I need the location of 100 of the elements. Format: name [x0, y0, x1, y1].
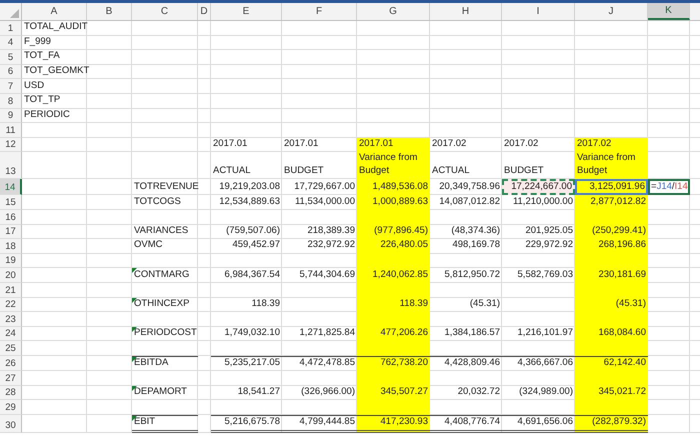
row-number[interactable]: 14 [0, 179, 22, 196]
row-number[interactable]: 20 [0, 268, 22, 283]
table-cell-text: DEPAMORT [132, 386, 188, 400]
table-cell: 118.39 [357, 298, 430, 312]
table-cell: 2,877,012.82 [575, 195, 648, 210]
table-cell: 1,000,889.63 [357, 195, 430, 210]
column-header[interactable]: B [87, 3, 132, 20]
column-header[interactable]: G [357, 3, 430, 20]
table-cell-text: USD [23, 79, 46, 93]
row-number[interactable]: 15 [0, 195, 22, 210]
table-cell-text: TOT_GEOMKT [23, 64, 87, 78]
row-number[interactable]: 9 [0, 108, 22, 124]
row-number[interactable]: 27 [0, 371, 22, 386]
row-number[interactable]: 26 [0, 356, 22, 372]
row-number[interactable]: 5 [0, 50, 22, 65]
table-cell: EBITDA [132, 356, 198, 372]
table-cell: 17,224,667.00 [502, 179, 575, 196]
table-cell-text: 1,216,101.97 [516, 326, 574, 340]
table-cell-text: 118.39 [250, 298, 281, 311]
table-cell-text: ACTUAL [212, 164, 252, 178]
table-cell-text: (324,989.00) [518, 386, 574, 400]
table-cell-text: 459,452.97 [231, 239, 281, 252]
table-cell-text: 2017.01 [212, 138, 248, 151]
column-header[interactable]: E [211, 3, 282, 20]
row-number[interactable]: 22 [0, 298, 22, 312]
table-cell: 2017.01 [357, 138, 430, 152]
column-header[interactable]: K [648, 3, 690, 20]
table-cell-text: 17,729,667.00 [293, 180, 356, 194]
row-number[interactable]: 29 [0, 400, 22, 416]
column-header[interactable]: D [198, 3, 211, 20]
table-cell: 4,408,776.74 [430, 415, 502, 434]
table-cell: (250,299.41) [575, 224, 648, 240]
table-cell: EBIT [132, 415, 198, 434]
table-cell-text: 20,349,758.96 [438, 180, 501, 194]
table-cell-text: TOTAL_AUDIT [23, 21, 87, 34]
table-cell: 345,021.72 [575, 386, 648, 400]
table-cell-text: 1,271,825.84 [298, 326, 356, 340]
row-number[interactable]: 19 [0, 254, 22, 268]
row-number[interactable]: 12 [0, 138, 22, 152]
row-number[interactable]: 25 [0, 341, 22, 356]
column-header[interactable]: H [430, 3, 502, 20]
row-number[interactable]: 13 [0, 152, 22, 180]
table-cell: (45.31) [575, 298, 648, 312]
table-cell-text: 229,972.92 [524, 239, 574, 252]
table-cell-text: 2017.02 [503, 138, 540, 151]
table-cell-text: (326,966.00) [300, 386, 356, 400]
row-number[interactable]: 24 [0, 326, 22, 342]
table-cell-text: 2017.02 [431, 138, 468, 151]
table-cell: (977,896.45) [357, 224, 430, 240]
table-cell: 5,216,675.78 [211, 415, 282, 434]
table-cell-text: BUDGET [503, 164, 545, 178]
table-cell-text: TOT_FA [23, 50, 61, 64]
row-number[interactable]: 8 [0, 94, 22, 109]
table-cell-text: PERIODCOST [132, 326, 198, 340]
table-cell-text: OTHINCEXP [132, 298, 190, 311]
table-cell: 226,480.05 [357, 239, 430, 254]
row-number[interactable]: 30 [0, 415, 22, 434]
row-number[interactable]: 11 [0, 123, 22, 138]
column-header[interactable]: I [502, 3, 575, 20]
column-header[interactable]: A [22, 3, 87, 20]
row-number[interactable]: 17 [0, 224, 22, 240]
table-cell-text: 232,972.92 [306, 239, 356, 252]
table-cell-text: BUDGET [283, 164, 325, 178]
table-cell: 4,428,809.46 [430, 356, 502, 372]
row-number[interactable]: 23 [0, 312, 22, 327]
table-cell: 62,142.40 [575, 356, 648, 372]
table-cell-text: 11,210,000.00 [512, 195, 574, 209]
row-number[interactable]: 4 [0, 36, 22, 50]
table-cell-text: PERIODIC [23, 108, 71, 122]
row-number[interactable]: 28 [0, 386, 22, 400]
table-cell-text: OVMC [133, 239, 164, 252]
table-cell-text: 14,087,012.82 [438, 195, 501, 209]
row-number[interactable]: 16 [0, 210, 22, 225]
table-cell-text: 12,534,889.63 [218, 195, 281, 209]
table-cell: 230,181.69 [575, 268, 648, 283]
table-cell-text: F_999 [23, 36, 52, 49]
row-number[interactable]: 1 [0, 21, 22, 36]
table-cell-text: ACTUAL [431, 164, 470, 178]
table-cell: Variance from Budget [575, 152, 648, 180]
row-number[interactable]: 6 [0, 64, 22, 80]
column-header[interactable]: C [132, 3, 198, 20]
column-header[interactable]: F [282, 3, 357, 20]
table-cell-text: 5,744,304.69 [298, 268, 356, 282]
table-cell-text: 5,812,950.72 [444, 268, 501, 282]
table-cell: 5,235,217.05 [211, 356, 282, 372]
table-cell: (282,879.32) [575, 415, 648, 434]
table-cell-text: TOTREVENUE [133, 180, 198, 194]
row-number[interactable]: 18 [0, 239, 22, 254]
table-cell-text: 2017.01 [283, 138, 320, 151]
table-cell: 477,206.26 [357, 326, 430, 342]
row-number[interactable]: 7 [0, 79, 22, 94]
row-number[interactable]: 21 [0, 282, 22, 298]
table-cell-text: (45.31) [468, 298, 501, 311]
table-cell: Variance from Budget [357, 152, 430, 180]
table-cell: 345,507.27 [357, 386, 430, 400]
formula-input[interactable]: =J14/I14 [648, 179, 690, 196]
table-cell-text: 20,032.72 [456, 386, 501, 400]
table-cell-text: 6,984,367.54 [224, 268, 281, 282]
table-cell: 417,230.93 [357, 415, 430, 434]
table-cell-text: 5,582,769.03 [516, 268, 574, 282]
